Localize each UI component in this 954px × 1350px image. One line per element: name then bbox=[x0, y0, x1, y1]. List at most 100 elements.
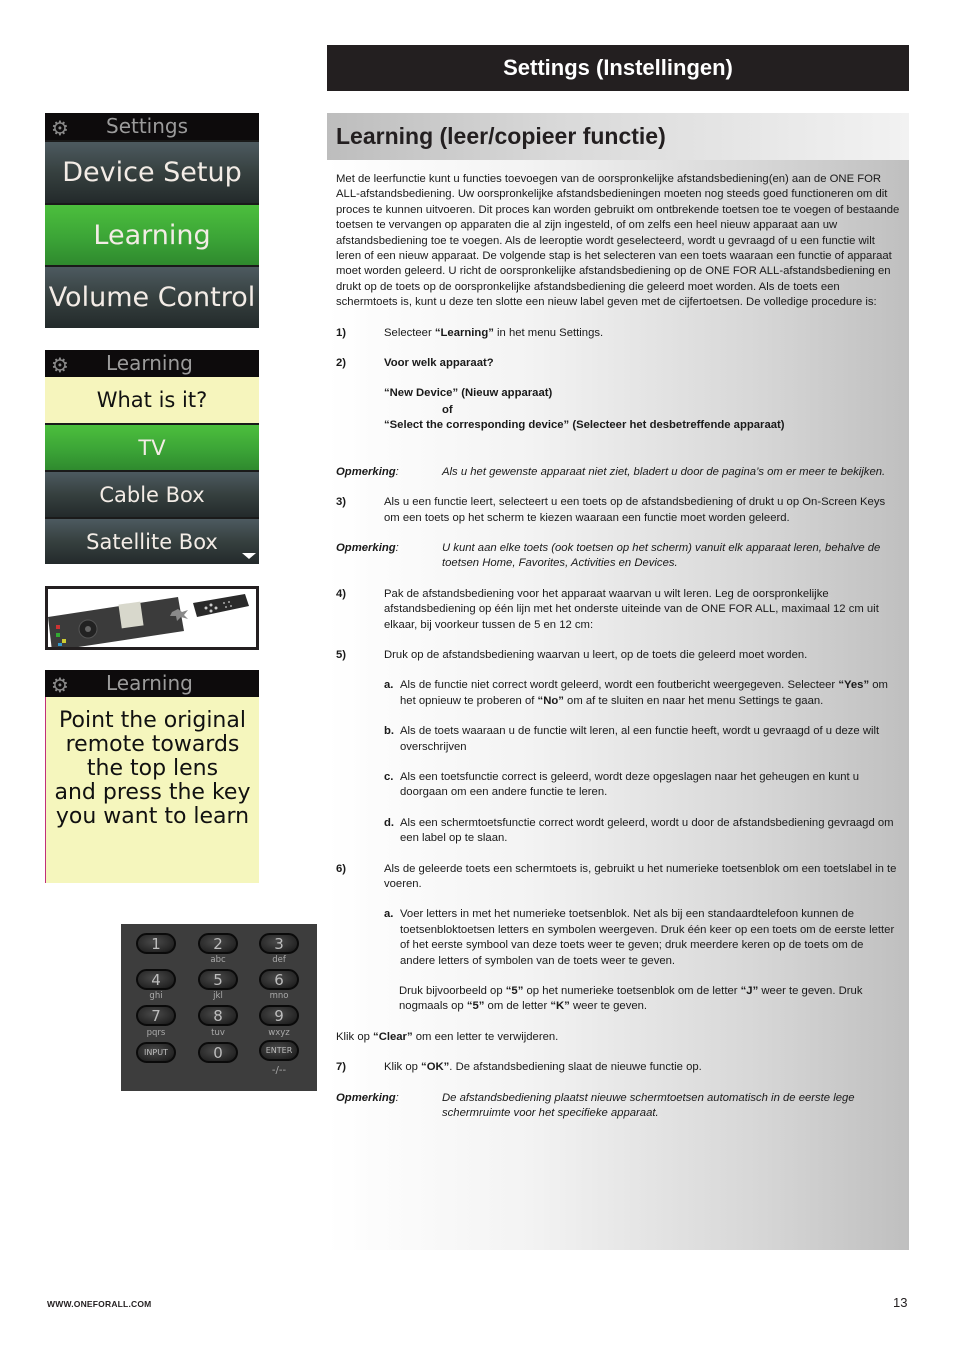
page-header-bar: Settings (Instellingen) bbox=[327, 45, 909, 91]
text-bold: “No” bbox=[537, 694, 564, 707]
key-5[interactable]: 5 bbox=[198, 969, 238, 990]
key-7-letters: pqrs bbox=[146, 1028, 166, 1038]
step-5c: c. Als een toetsfunctie correct is gelee… bbox=[384, 770, 900, 801]
step-6a: a. Voer letters in met het numerieke toe… bbox=[384, 907, 900, 969]
key-enter-sublabel: -/-- bbox=[271, 1065, 287, 1076]
text: Druk bijvoorbeeld op bbox=[399, 985, 506, 998]
key-input[interactable]: INPUT bbox=[136, 1042, 176, 1063]
step-5d: d. Als een schermtoetsfunctie correct wo… bbox=[384, 816, 900, 847]
step-number: 5) bbox=[336, 648, 347, 661]
step-7: 7) Klik op “OK”. De afstandsbediening sl… bbox=[336, 1060, 900, 1075]
step-number: 6) bbox=[336, 862, 347, 875]
section-heading: Learning (leer/copieer functie) bbox=[327, 113, 909, 160]
key-1[interactable]: 1 bbox=[136, 933, 176, 954]
message-line: you want to learn bbox=[55, 804, 250, 829]
key-9[interactable]: 9 bbox=[259, 1005, 299, 1026]
menu-item-learning[interactable]: Learning bbox=[45, 203, 259, 265]
text-bold: “J” bbox=[740, 985, 759, 998]
step-2-title: Voor welk apparaat? bbox=[384, 357, 494, 370]
substep-text: Als een toetsfunctie correct is geleerd,… bbox=[400, 770, 860, 799]
text-bold: “Yes” bbox=[838, 679, 870, 692]
key-4-letters: ghi bbox=[149, 991, 163, 1001]
device-prompt: What is it? bbox=[45, 377, 259, 423]
learning-device-screen: ⚙ Learning What is it? TV Cable Box Sate… bbox=[45, 350, 259, 564]
key-6[interactable]: 6 bbox=[259, 969, 299, 990]
note-text: De afstandsbediening plaatst nieuwe sche… bbox=[442, 1091, 855, 1120]
message-line: and press the key bbox=[54, 780, 251, 805]
text-bold: “OK” bbox=[421, 1061, 450, 1074]
intro-paragraph: Met de leerfunctie kunt u functies toevo… bbox=[336, 173, 900, 309]
key-enter[interactable]: ENTER bbox=[259, 1040, 299, 1061]
step-number: 3) bbox=[336, 496, 347, 509]
note-colon: : bbox=[395, 541, 399, 554]
device-option-label: Satellite Box bbox=[86, 529, 218, 554]
key-4[interactable]: 4 bbox=[136, 969, 176, 990]
key-3-letters: def bbox=[272, 955, 286, 965]
section-title: Learning (leer/copieer functie) bbox=[336, 123, 666, 149]
text: om een letter te verwijderen. bbox=[412, 1030, 559, 1043]
screen-title: Learning bbox=[106, 351, 193, 375]
step-6-example: Druk bijvoorbeeld op “5” op het numeriek… bbox=[399, 984, 900, 1015]
text-bold: “5” bbox=[466, 1000, 485, 1013]
gear-icon: ⚙ bbox=[51, 353, 69, 377]
menu-item-device-setup[interactable]: Device Setup bbox=[45, 140, 259, 203]
text: Klik op bbox=[384, 1061, 422, 1074]
substep-letter: a. bbox=[384, 908, 394, 921]
step-2: 2) Voor welk apparaat? bbox=[336, 356, 900, 371]
message-line: the top lens bbox=[86, 756, 219, 781]
page-number: 13 bbox=[893, 1295, 908, 1310]
step-number: 2) bbox=[336, 357, 347, 370]
device-option-tv[interactable]: TV bbox=[45, 423, 259, 470]
text-bold: “K” bbox=[550, 1000, 570, 1013]
substep-text: Als de toets waaraan u de functie wilt l… bbox=[400, 725, 880, 753]
text-bold: “5” bbox=[505, 985, 524, 998]
text: om de letter bbox=[484, 1000, 551, 1013]
text: in het menu Settings. bbox=[493, 326, 604, 339]
step-text: Als u een functie leert, selecteert u ee… bbox=[384, 496, 886, 524]
key-6-letters: mno bbox=[269, 991, 289, 1001]
step-text: Pak de afstandsbediening voor het appara… bbox=[384, 587, 879, 631]
substep-letter: b. bbox=[384, 725, 395, 738]
key-2-letters: abc bbox=[210, 955, 226, 965]
text: om af te sluiten en naar het menu Settin… bbox=[563, 694, 824, 707]
text-bold: “Clear” bbox=[373, 1030, 413, 1043]
step-3: 3) Als u een functie leert, selecteert u… bbox=[336, 495, 900, 526]
key-0[interactable]: 0 bbox=[198, 1042, 238, 1063]
settings-screen: ⚙ Settings Device Setup Learning Volume … bbox=[45, 113, 259, 328]
key-3[interactable]: 3 bbox=[259, 933, 299, 954]
key-7[interactable]: 7 bbox=[136, 1005, 176, 1026]
step-text: Als de geleerde toets een schermtoets is… bbox=[384, 862, 897, 890]
step-number: 4) bbox=[336, 587, 347, 600]
option-select-device: “Select the corresponding device” (Selec… bbox=[384, 419, 785, 432]
remote-alignment-illustration bbox=[45, 586, 259, 650]
note-label: Opmerking bbox=[336, 1091, 396, 1104]
menu-item-volume-control[interactable]: Volume Control bbox=[45, 265, 259, 328]
gear-icon: ⚙ bbox=[51, 673, 69, 697]
note-colon: : bbox=[395, 1091, 399, 1104]
device-option-cable-box[interactable]: Cable Box bbox=[45, 470, 259, 517]
text: Selecteer bbox=[384, 326, 435, 339]
note-text: U kunt aan elke toets (ook toetsen op he… bbox=[442, 541, 881, 570]
page-header-title: Settings (Instellingen) bbox=[503, 55, 733, 80]
substep-letter: a. bbox=[384, 679, 394, 692]
note-3: Opmerking: De afstandsbediening plaatst … bbox=[336, 1091, 900, 1122]
step-5: 5) Druk op de afstandsbediening waarvan … bbox=[336, 648, 900, 663]
learning-instruction-message: Point the original remote towards the to… bbox=[45, 697, 259, 883]
note-1: Opmerking: Als u het gewenste apparaat n… bbox=[336, 465, 900, 480]
numeric-keypad: 1 2 3 abc def 4 5 6 ghi jkl mno 7 8 9 pq… bbox=[121, 924, 317, 1091]
remotes-image bbox=[48, 594, 249, 647]
key-5-letters: jkl bbox=[213, 991, 223, 1001]
key-8[interactable]: 8 bbox=[198, 1005, 238, 1026]
key-2[interactable]: 2 bbox=[198, 933, 238, 954]
key-8-letters: tuv bbox=[211, 1028, 225, 1038]
key-9-letters: wxyz bbox=[268, 1028, 290, 1038]
step-5a: a. Als de functie niet correct wordt gel… bbox=[384, 678, 900, 709]
note-label: Opmerking bbox=[336, 465, 396, 478]
step-4: 4) Pak de afstandsbediening voor het app… bbox=[336, 587, 900, 633]
note-text: Als u het gewenste apparaat niet ziet, b… bbox=[442, 465, 886, 478]
scroll-down-arrow-icon[interactable] bbox=[242, 553, 256, 559]
screen-title: Settings bbox=[106, 114, 189, 138]
step-6: 6) Als de geleerde toets een schermtoets… bbox=[336, 862, 900, 893]
device-option-satellite-box[interactable]: Satellite Box bbox=[45, 517, 259, 564]
step-1: 1) Selecteer “Learning” in het menu Sett… bbox=[336, 326, 900, 341]
